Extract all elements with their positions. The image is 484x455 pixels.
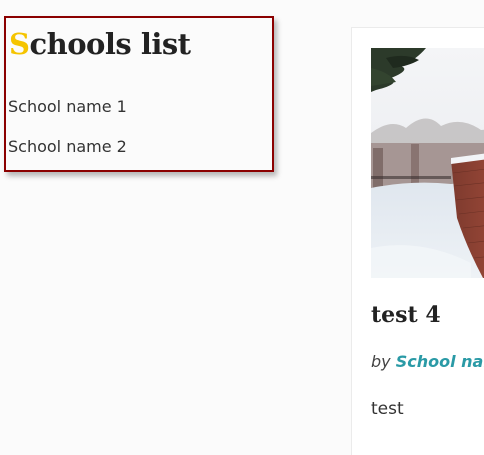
post-byline: by School nam: [371, 351, 484, 373]
byline-prefix: by: [371, 352, 391, 371]
post-title[interactable]: test 4: [371, 298, 441, 332]
post-card: test 4 by School nam test: [351, 27, 484, 455]
school-list-item-2[interactable]: School name 2: [8, 137, 127, 157]
post-excerpt: test: [371, 399, 404, 419]
page: Schools list School name 1 School name 2: [0, 0, 484, 455]
post-author-link[interactable]: School nam: [396, 352, 484, 371]
title-first-letter: S: [9, 27, 30, 61]
post-featured-image[interactable]: [371, 48, 484, 278]
title-rest: chools list: [29, 27, 191, 61]
school-list-item-1[interactable]: School name 1: [8, 97, 127, 117]
schools-list-widget: Schools list School name 1 School name 2: [4, 16, 274, 172]
schools-list-title: Schools list: [9, 25, 191, 63]
